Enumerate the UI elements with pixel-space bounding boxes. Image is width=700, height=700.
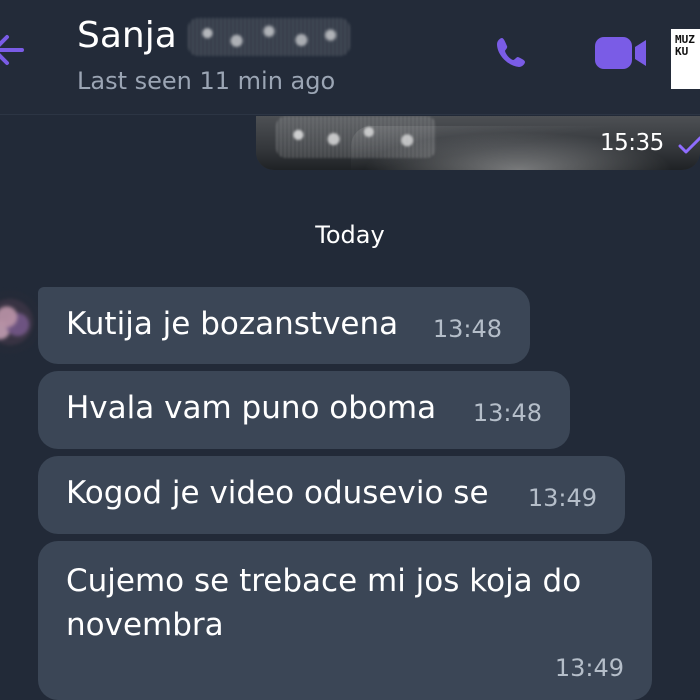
media-time: 15:35 [600,130,664,156]
message-text: Cujemo se trebace mi jos koja do novembr… [66,563,582,643]
message-text: Hvala vam puno oboma [66,390,437,426]
message-time: 13:48 [472,399,542,427]
message-time: 13:48 [432,315,502,343]
contact-name[interactable]: Sanja [77,14,177,58]
redacted-name-blur [188,18,350,56]
message-time: 13:49 [554,654,624,682]
message-bubble[interactable]: Kogod je video odusevio se 13:49 [38,456,625,534]
chat-screen: Sanja Last seen 11 min ago MUZ KU 15:35 … [0,0,700,700]
message-bubble[interactable]: Cujemo se trebace mi jos koja do novembr… [38,541,652,700]
phone-icon[interactable] [492,33,530,71]
message-bubble[interactable]: Hvala vam puno oboma 13:48 [38,371,570,449]
message-time: 13:49 [527,484,597,512]
read-receipt-icon [678,136,700,154]
redacted-media-blur [276,116,436,158]
contact-avatar[interactable] [0,290,42,354]
app-logo: MUZ KU [671,29,700,89]
date-separator: Today [315,221,385,249]
last-seen-status: Last seen 11 min ago [77,67,336,95]
video-camera-icon[interactable] [592,32,650,74]
chat-header: Sanja Last seen 11 min ago MUZ KU [0,0,700,115]
logo-text: MUZ KU [675,33,695,58]
message-text: Kutija je bozanstvena [66,306,399,342]
message-text: Kogod je video odusevio se [66,475,489,511]
message-bubble[interactable]: Kutija je bozanstvena 13:48 [38,287,530,364]
back-arrow-icon[interactable] [0,30,28,70]
